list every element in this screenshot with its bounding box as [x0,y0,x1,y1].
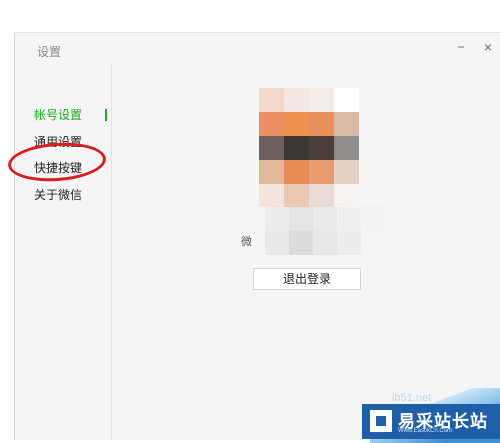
sidebar-item-label: 关于微信 [34,188,83,202]
avatar [259,88,359,208]
nickname-blur [241,207,385,255]
nickname: 微 [241,236,252,248]
window-title: 设置 [37,45,62,59]
logout-button[interactable]: 退出登录 [253,268,361,290]
minimize-icon[interactable]: − [453,39,469,55]
active-indicator [105,109,107,121]
watermark-badge: 易采站长站 Www.EasckCn.Com [362,404,500,439]
settings-sidebar: 帐号设置 通用设置 快捷按键 关于微信 [15,63,112,440]
sidebar-item-account[interactable]: 帐号设置 [34,106,108,124]
settings-window: 设置 − × 帐号设置 通用设置 快捷按键 关于微信 微 退出登录 [14,32,500,440]
sidebar-item-label: 帐号设置 [34,108,83,122]
sidebar-item-about[interactable]: 关于微信 [34,186,108,204]
watermark-url: Www.EasckCn.Com [398,428,453,434]
site-logo-icon [370,410,392,432]
close-icon[interactable]: × [480,39,496,55]
watermark-partial-url: ib51.net [392,392,432,404]
